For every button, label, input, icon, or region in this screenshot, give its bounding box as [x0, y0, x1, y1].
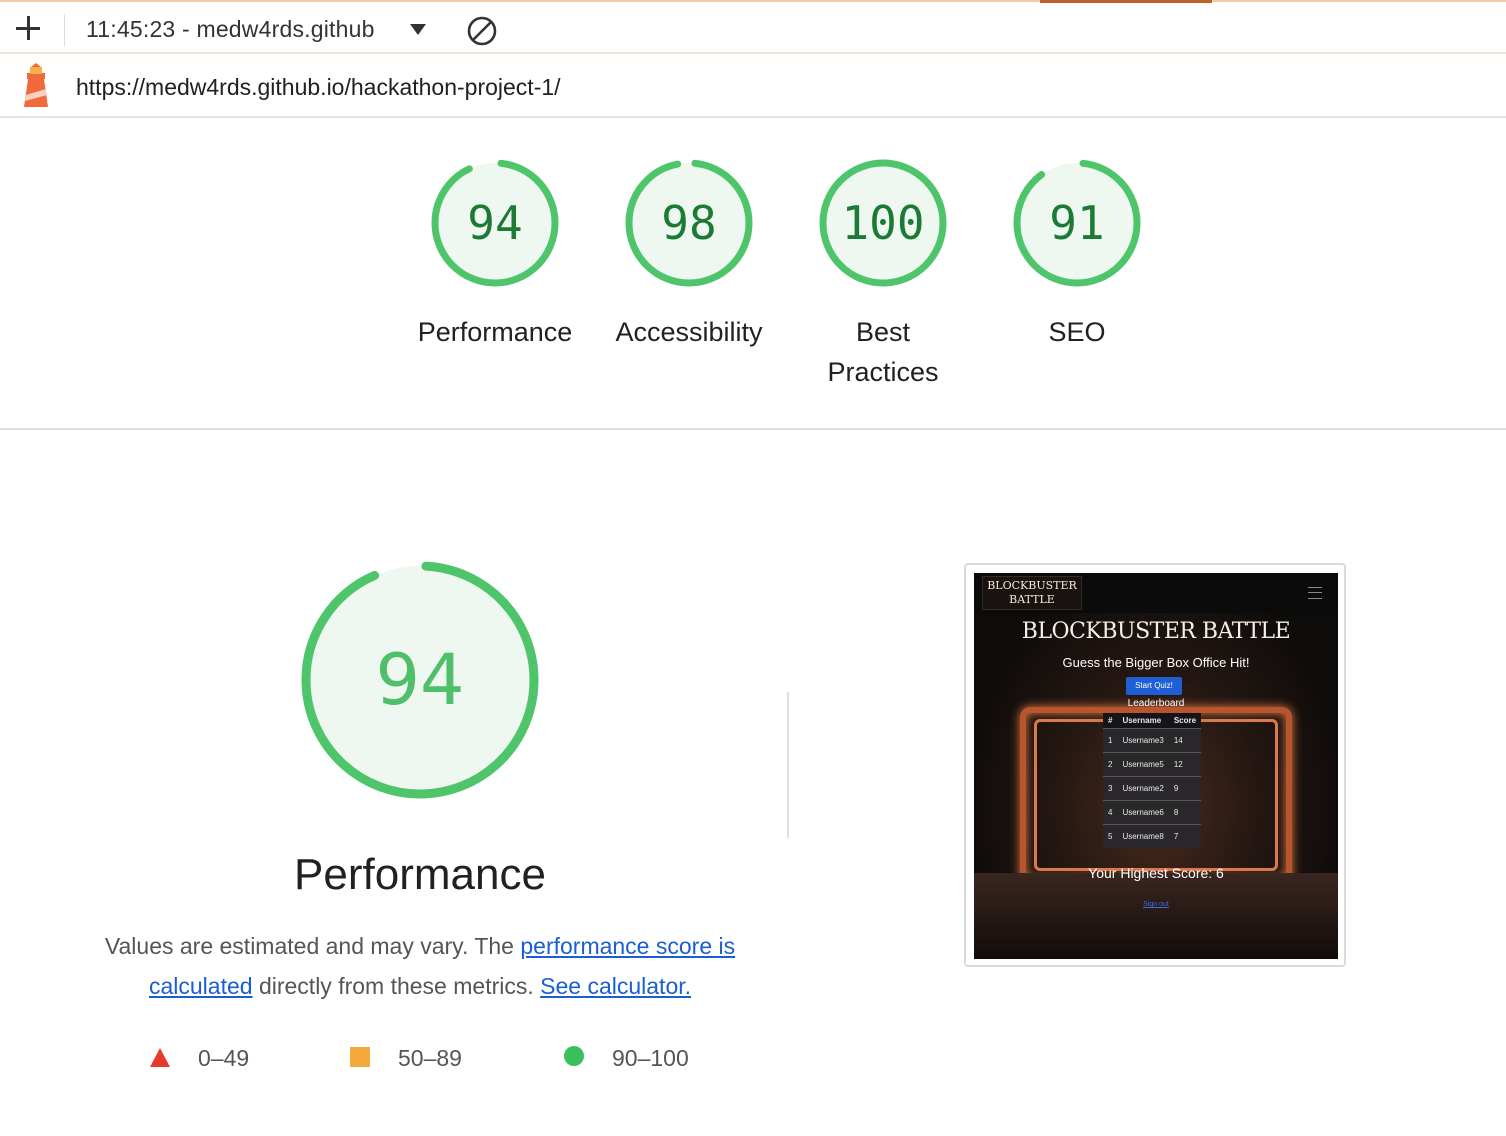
start-quiz-button: Start Quiz!	[1126, 677, 1182, 695]
table-cell: Username3	[1117, 728, 1169, 753]
logo-line: BATTLE	[1009, 593, 1055, 606]
table-cell: 1	[1103, 728, 1118, 753]
column-header: Score	[1168, 713, 1202, 729]
description-text: Values are estimated and may vary. The	[104, 933, 521, 959]
leaderboard-title: Leaderboard	[1127, 698, 1185, 709]
column-header: #	[1103, 713, 1118, 729]
site-navbar: BLOCKBUSTER BATTLE	[974, 573, 1338, 613]
active-tab-indicator	[1040, 0, 1212, 3]
vertical-divider	[787, 692, 789, 838]
table-cell: 12	[1168, 752, 1202, 777]
table-cell: 5	[1103, 824, 1118, 848]
highest-score: Your Highest Score: 6	[1088, 865, 1224, 881]
circle-icon	[564, 1046, 584, 1066]
score-value: 91	[1049, 196, 1105, 250]
table-cell: 3	[1103, 776, 1118, 801]
triangle-icon	[150, 1048, 170, 1067]
table-cell: 2	[1103, 752, 1118, 777]
table-row: 5 Username8 7	[1103, 824, 1202, 848]
gauge-seo[interactable]: 91 SEO	[980, 150, 1174, 352]
score-label: Best Practices	[827, 317, 939, 387]
table-cell: 8	[1168, 800, 1202, 825]
description-text: directly from these metrics.	[252, 973, 541, 999]
toolbar-divider	[64, 14, 65, 46]
score-label: Accessibility	[615, 317, 763, 347]
hamburger-icon	[1308, 587, 1322, 599]
plus-icon[interactable]	[14, 14, 42, 42]
performance-score: 94	[375, 639, 465, 721]
logo-line: BLOCKBUSTER	[987, 579, 1077, 592]
table-header-row: # Username Score	[1103, 713, 1202, 729]
legend-range: 0–49	[198, 1045, 250, 1071]
site-heading: BLOCKBUSTER BATTLE	[1021, 619, 1291, 644]
score-label: Performance	[417, 317, 573, 347]
signout-link: Sign out	[1143, 901, 1169, 908]
gauge-accessibility[interactable]: 98 Accessibility	[592, 150, 786, 352]
gauge-performance[interactable]: 94 Performance	[398, 150, 592, 352]
performance-gauge-large: 94	[298, 558, 542, 802]
leaderboard-table: # Username Score 1 Username3 14 2 Username5…	[1103, 713, 1202, 848]
legend-range: 50–89	[398, 1045, 462, 1071]
score-gauges: 94 Performance 98 Accessibility 100 Best…	[398, 150, 1178, 410]
table-cell: 4	[1103, 800, 1118, 825]
devtools-toolbar: 11:45:23 - medw4rds.github	[0, 0, 1506, 54]
table-row: 3 Username2 9	[1103, 776, 1202, 801]
report-url[interactable]: https://medw4rds.github.io/hackathon-pro…	[76, 74, 561, 101]
table-cell: Username6	[1117, 800, 1169, 825]
score-label: SEO	[1048, 317, 1106, 347]
table-cell: 9	[1168, 776, 1202, 801]
score-value: 98	[661, 196, 717, 250]
screenshot-image: BLOCKBUSTER BATTLE BLOCKBUSTER BATTLE Gu…	[974, 573, 1338, 959]
table-cell: 14	[1168, 728, 1202, 753]
site-logo: BLOCKBUSTER BATTLE	[982, 576, 1082, 610]
final-screenshot[interactable]: BLOCKBUSTER BATTLE BLOCKBUSTER BATTLE Gu…	[964, 563, 1346, 967]
column-header: Username	[1117, 713, 1169, 729]
performance-title: Performance	[294, 850, 546, 899]
stage-steps	[974, 873, 1338, 959]
performance-description: Values are estimated and may vary. The p…	[90, 926, 750, 1006]
score-value: 94	[467, 196, 523, 250]
report-url-bar: https://medw4rds.github.io/hackathon-pro…	[0, 54, 1506, 118]
clear-icon[interactable]	[466, 15, 498, 47]
lighthouse-icon	[24, 63, 48, 107]
section-divider	[0, 428, 1506, 430]
score-legend: 0–49 50–89 90–100	[140, 1040, 760, 1076]
site-subheading: Guess the Bigger Box Office Hit!	[1062, 655, 1250, 670]
table-row: 2 Username5 12	[1103, 752, 1202, 777]
legend-fail: 0–49	[140, 1040, 290, 1076]
chevron-down-icon[interactable]	[410, 24, 426, 35]
legend-pass: 90–100	[550, 1040, 730, 1076]
legend-average: 50–89	[340, 1040, 500, 1076]
square-icon	[350, 1047, 370, 1067]
table-cell: 7	[1168, 824, 1202, 848]
score-value: 100	[841, 196, 925, 250]
gauge-best-practices[interactable]: 100 Best Practices	[786, 150, 980, 392]
see-calculator-link[interactable]: See calculator.	[540, 973, 691, 999]
table-cell: Username2	[1117, 776, 1169, 801]
report-selector[interactable]: 11:45:23 - medw4rds.github	[86, 16, 375, 43]
table-row: 1 Username3 14	[1103, 728, 1202, 753]
legend-range: 90–100	[612, 1045, 689, 1071]
table-row: 4 Username6 8	[1103, 800, 1202, 825]
table-cell: Username8	[1117, 824, 1169, 848]
table-cell: Username5	[1117, 752, 1169, 777]
